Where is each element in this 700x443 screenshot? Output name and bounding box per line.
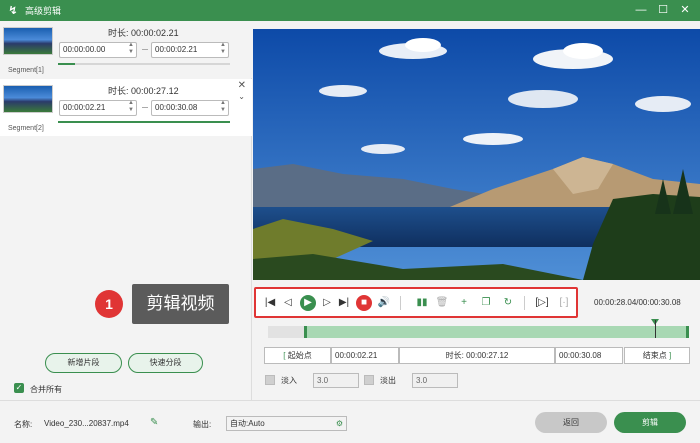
- split-icon[interactable]: ▮▮: [414, 295, 430, 311]
- fade-out-label: 淡出: [380, 376, 396, 385]
- add-icon[interactable]: +: [456, 295, 472, 311]
- quick-split-button[interactable]: 快速分段: [128, 353, 203, 373]
- segment-duration-value: 00:00:02.21: [131, 28, 179, 38]
- segment-start-input[interactable]: 00:00:00.00 ▲ ▼: [59, 42, 137, 58]
- timeline-track[interactable]: [268, 326, 689, 338]
- title-bar: ↯ 高级剪辑 — ☐ ✕: [0, 0, 700, 21]
- app-logo-icon: ↯: [8, 4, 18, 17]
- fade-in-checkbox[interactable]: [265, 375, 275, 385]
- segment-label: Segment[1]: [8, 67, 44, 74]
- volume-icon[interactable]: 🔊: [376, 295, 392, 311]
- playback-timecode: 00:00:28.04/00:00:30.08: [594, 298, 681, 307]
- window-controls: — ☐ ✕: [630, 0, 696, 21]
- go-to-start-icon[interactable]: |◀: [262, 295, 278, 311]
- set-end-label: 结束点: [642, 351, 667, 360]
- duration-value: 00:00:27.12: [466, 351, 509, 360]
- file-name: Video_230...20837.mp4: [44, 419, 129, 428]
- range-separator: [142, 49, 148, 50]
- end-time-value: 00:00:30.08: [559, 351, 602, 360]
- segment-start-value: 00:00:02.21: [63, 103, 106, 112]
- edit-icon[interactable]: ✎: [150, 417, 158, 428]
- segment-end-input[interactable]: 00:00:30.08 ▲ ▼: [151, 100, 229, 116]
- segment-panel: 时长: 00:00:02.21 00:00:00.00 ▲ ▼ 00:00:02.…: [0, 21, 252, 400]
- landscape-image: [253, 29, 700, 280]
- fade-in-stepper[interactable]: 3.0: [313, 373, 359, 388]
- segment-end-input[interactable]: 00:00:02.21 ▲ ▼: [151, 42, 229, 58]
- set-end-button[interactable]: 结束点 ]: [624, 347, 690, 364]
- output-format-value: 自动:Auto: [230, 419, 265, 428]
- callout-label: 剪辑视频: [132, 284, 229, 324]
- close-icon[interactable]: ✕: [674, 0, 696, 21]
- set-start-button[interactable]: [ 起始点: [264, 347, 331, 364]
- next-frame-icon[interactable]: ▷: [319, 295, 335, 311]
- playhead-line: [655, 320, 656, 338]
- output-format-select[interactable]: 自动:Auto ⚙: [226, 416, 347, 431]
- previous-frame-icon[interactable]: ◁: [280, 295, 296, 311]
- stepper-icon[interactable]: ▲ ▼: [128, 100, 134, 114]
- playback-toolbar: |◀ ◁ ▶ ▷ ▶| ■ 🔊 ▮▮ 🗑 + ❐ ↻ [▷] [·]: [254, 287, 578, 318]
- segment-duration: 时长: 00:00:27.12: [108, 84, 179, 97]
- reset-icon[interactable]: ↻: [500, 295, 516, 311]
- segment-start-value: 00:00:00.00: [63, 45, 106, 54]
- timeline-selection[interactable]: [304, 326, 689, 338]
- duration-label: 时长:: [445, 351, 464, 360]
- window-title: 高级剪辑: [25, 6, 62, 16]
- segment-thumbnail: [3, 85, 53, 113]
- output-label: 输出:: [193, 420, 212, 429]
- fullscreen-icon[interactable]: [·]: [556, 295, 572, 311]
- start-time-input[interactable]: 00:00:02.21: [331, 347, 399, 364]
- segment-label: Segment[2]: [8, 125, 44, 132]
- merge-all-label: 合并所有: [30, 385, 62, 394]
- set-start-label: 起始点: [287, 351, 312, 360]
- play-icon[interactable]: ▶: [300, 295, 316, 311]
- new-segment-button[interactable]: 新增片段: [45, 353, 122, 373]
- merge-all-checkbox[interactable]: ✓: [14, 383, 24, 393]
- fade-out-stepper[interactable]: 3.0: [412, 373, 458, 388]
- end-time-input[interactable]: 00:00:30.08: [555, 347, 623, 364]
- name-label: 名称:: [14, 420, 33, 429]
- stop-icon[interactable]: ■: [356, 295, 372, 311]
- start-time-value: 00:00:02.21: [335, 351, 378, 360]
- gear-icon[interactable]: ⚙: [336, 417, 343, 430]
- segment-item[interactable]: 时长: 00:00:27.12 ✕ ⌄ 00:00:02.21 ▲ ▼ 00:00…: [0, 79, 252, 136]
- segment-start-input[interactable]: 00:00:02.21 ▲ ▼: [59, 100, 137, 116]
- segment-duration-label: 时长:: [108, 86, 129, 96]
- bracket-left-icon: [: [283, 351, 286, 360]
- go-to-end-icon[interactable]: ▶|: [336, 295, 352, 311]
- stepper-icon[interactable]: ▲ ▼: [128, 42, 134, 56]
- toolbar-divider: [524, 296, 525, 310]
- segment-end-value: 00:00:02.21: [155, 45, 198, 54]
- minimize-icon[interactable]: —: [630, 0, 652, 21]
- segment-progress: [58, 63, 230, 65]
- copy-icon[interactable]: ❐: [478, 295, 494, 311]
- bracket-right-icon: ]: [669, 351, 672, 360]
- back-button[interactable]: 返回: [535, 412, 607, 433]
- range-separator: [142, 107, 148, 108]
- segment-duration: 时长: 00:00:02.21: [108, 26, 179, 39]
- step-number-badge: 1: [95, 290, 123, 318]
- video-preview[interactable]: [253, 29, 700, 280]
- chevron-down-icon[interactable]: ⌄: [238, 92, 245, 101]
- segment-item[interactable]: 时长: 00:00:02.21 00:00:00.00 ▲ ▼ 00:00:02.…: [0, 21, 252, 78]
- segment-duration-label: 时长:: [108, 28, 129, 38]
- stepper-icon[interactable]: ▲ ▼: [220, 100, 226, 114]
- fade-out-checkbox[interactable]: [364, 375, 374, 385]
- segment-duration-value: 00:00:27.12: [131, 86, 179, 96]
- toolbar-divider: [400, 296, 401, 310]
- fade-in-label: 淡入: [281, 376, 297, 385]
- close-icon[interactable]: ✕: [238, 80, 246, 91]
- cut-button[interactable]: 剪辑: [614, 412, 686, 433]
- preview-segment-icon[interactable]: [▷]: [534, 295, 550, 311]
- segment-thumbnail: [3, 27, 53, 55]
- duration-display: 时长: 00:00:27.12: [399, 347, 555, 364]
- stepper-icon[interactable]: ▲ ▼: [220, 42, 226, 56]
- segment-end-value: 00:00:30.08: [155, 103, 198, 112]
- fade-out-value: 3.0: [416, 376, 428, 385]
- maximize-icon[interactable]: ☐: [652, 0, 674, 21]
- delete-icon[interactable]: 🗑: [434, 295, 450, 311]
- segment-progress: [58, 121, 230, 123]
- fade-in-value: 3.0: [317, 376, 329, 385]
